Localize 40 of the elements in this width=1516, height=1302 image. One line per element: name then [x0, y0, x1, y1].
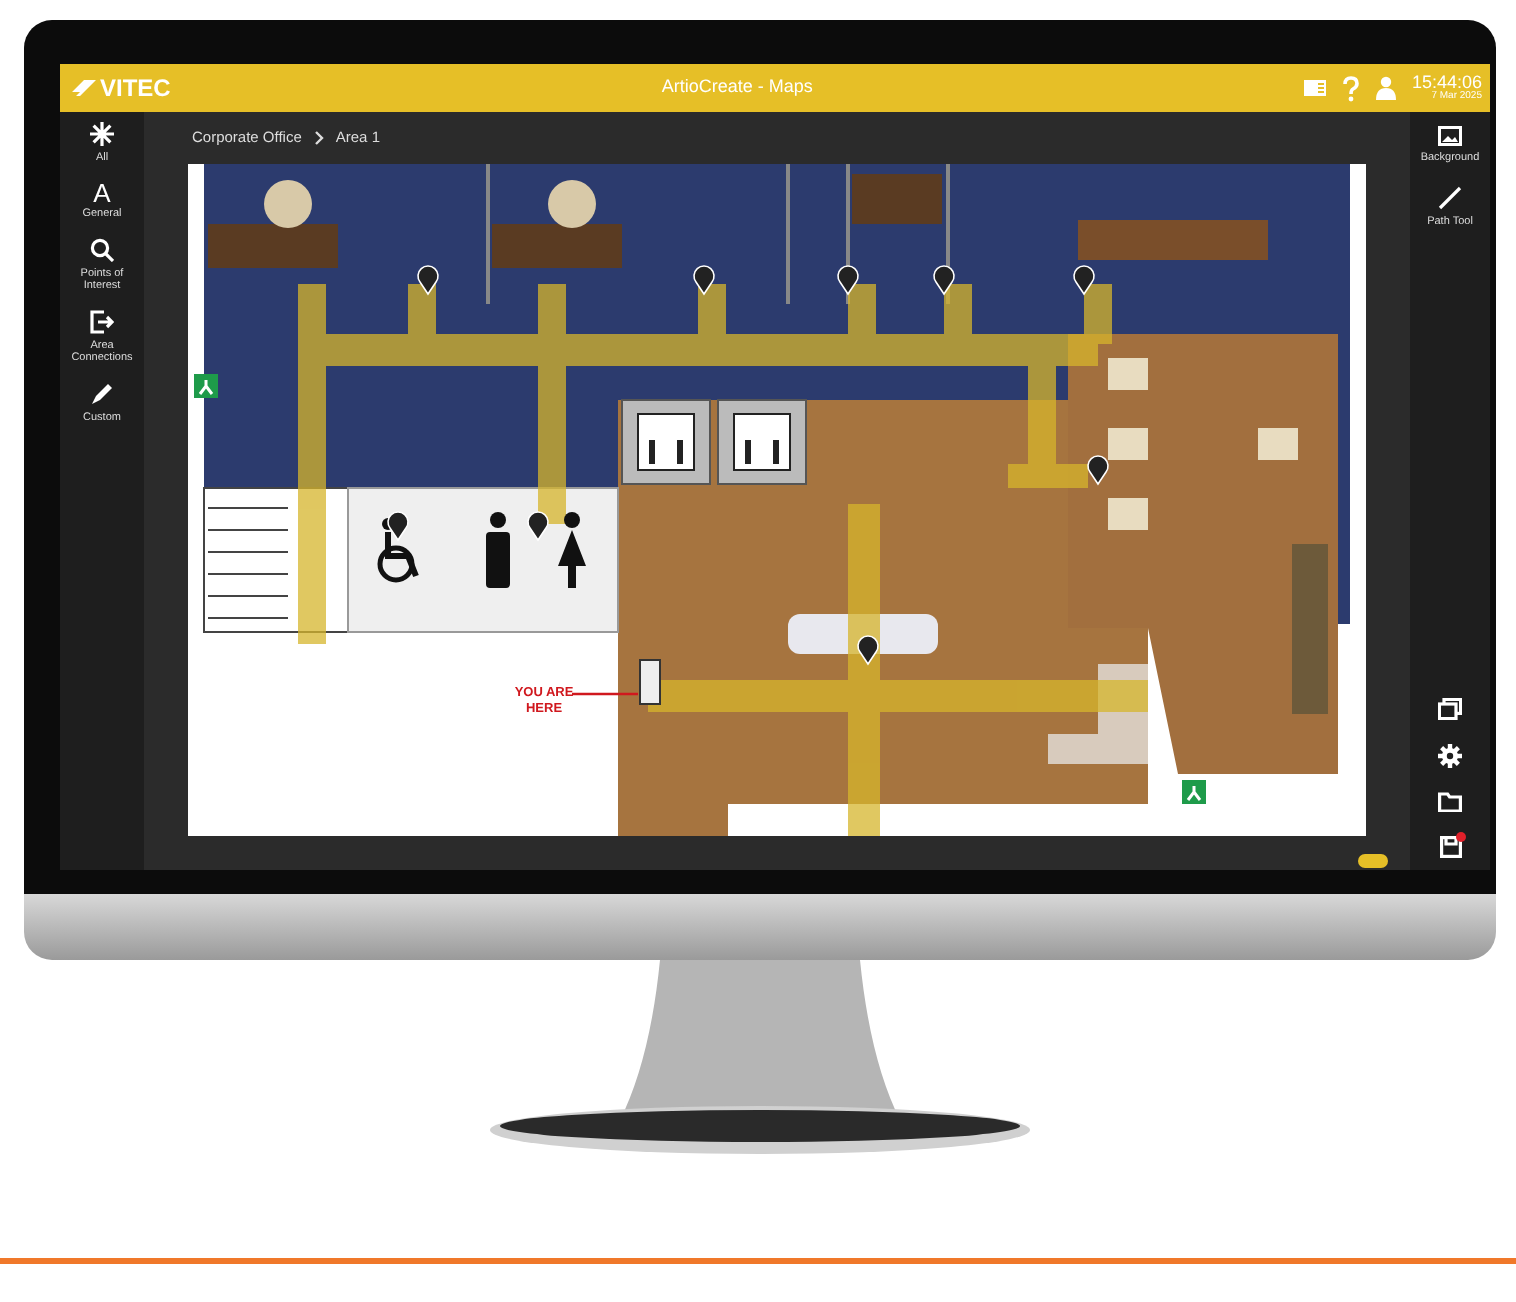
office-desk-drawing — [492, 180, 622, 268]
map-pin-icon — [693, 265, 715, 295]
map-pin-icon — [857, 635, 879, 665]
app-title: ArtioCreate - Maps — [661, 76, 813, 97]
folder-button[interactable] — [1438, 792, 1462, 812]
map-pin-icon — [1087, 455, 1109, 485]
layers-button[interactable] — [1438, 698, 1462, 720]
kiosk-icon — [639, 659, 661, 705]
clock-time: 15:44:06 — [1411, 74, 1482, 92]
exit-sign-icon — [1182, 780, 1206, 804]
save-button[interactable] — [1439, 836, 1461, 858]
dining-table — [1108, 358, 1148, 390]
exit-sign-icon — [194, 374, 218, 398]
map-pin-icon — [1073, 265, 1095, 295]
elevator-icon — [717, 399, 807, 485]
man-icon — [486, 512, 510, 588]
asterisk-icon — [90, 122, 114, 146]
exit-arrow-icon — [90, 310, 114, 335]
picture-icon — [1438, 126, 1462, 146]
search-icon — [90, 238, 114, 263]
elevator-icon — [621, 399, 711, 485]
woman-icon — [558, 512, 586, 588]
map-pin-icon — [933, 265, 955, 295]
dining-table — [1108, 498, 1148, 530]
chevron-icon — [313, 130, 324, 146]
logo-icon — [72, 80, 96, 96]
office-desk — [852, 174, 942, 224]
dining-table — [1108, 428, 1148, 460]
settings-button[interactable] — [1438, 744, 1462, 768]
map-pin-icon — [387, 511, 409, 541]
pencil-icon — [90, 382, 114, 407]
logo-text: VITEC — [100, 72, 171, 106]
status-pill[interactable] — [1358, 854, 1388, 868]
office-desk-drawing — [208, 180, 338, 268]
map-pin-icon — [527, 511, 549, 541]
dining-table — [1258, 428, 1298, 460]
map-pin-icon — [837, 265, 859, 295]
pencil-line-icon — [1438, 186, 1462, 211]
map-pin-icon — [417, 265, 439, 295]
wheelchair-icon — [377, 518, 419, 583]
